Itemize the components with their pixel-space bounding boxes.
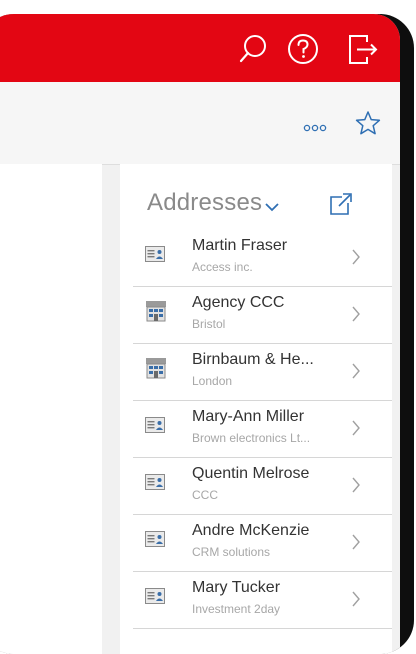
search-icon[interactable] xyxy=(238,32,272,66)
open-external-icon[interactable] xyxy=(328,191,354,217)
top-app-bar xyxy=(0,14,400,82)
address-name: Quentin Melrose xyxy=(192,465,310,482)
address-subtitle: Investment 2day xyxy=(192,602,281,616)
address-list-item[interactable]: Birnbaum & He... London xyxy=(133,344,392,401)
main-content-panel xyxy=(0,164,102,654)
addresses-panel: Addresses Martin Fraser Access inc. Agency… xyxy=(120,164,392,654)
chevron-right-icon[interactable] xyxy=(351,361,361,381)
company-building-icon xyxy=(145,298,167,322)
address-list-item[interactable]: Mary-Ann Miller Brown electronics Lt... xyxy=(133,401,392,458)
address-list-item[interactable]: Agency CCC Bristol xyxy=(133,287,392,344)
address-subtitle: Access inc. xyxy=(192,260,253,274)
address-subtitle: CRM solutions xyxy=(192,545,271,559)
address-list-item[interactable]: Martin Fraser Access inc. xyxy=(133,230,392,287)
favorite-star-icon[interactable] xyxy=(355,110,381,141)
address-list-item[interactable]: Mary Tucker Investment 2day xyxy=(133,572,392,629)
app-screen: Addresses Martin Fraser Access inc. Agency… xyxy=(0,14,400,654)
contact-card-icon xyxy=(145,417,165,433)
address-list-item[interactable]: Quentin Melrose CCC xyxy=(133,458,392,515)
help-icon[interactable] xyxy=(286,32,320,66)
address-subtitle: CCC xyxy=(192,488,218,502)
chevron-right-icon[interactable] xyxy=(351,418,361,438)
contact-card-icon xyxy=(145,588,165,604)
contact-card-icon xyxy=(145,531,165,547)
chevron-right-icon[interactable] xyxy=(351,589,361,609)
chevron-right-icon[interactable] xyxy=(351,532,361,552)
addresses-header: Addresses xyxy=(147,187,367,227)
address-list: Martin Fraser Access inc. Agency CCC Bristo… xyxy=(133,230,392,629)
toolbar xyxy=(0,82,400,165)
contact-card-icon xyxy=(145,474,165,490)
address-subtitle: London xyxy=(192,374,233,388)
address-name: Mary Tucker xyxy=(192,579,281,596)
address-name: Martin Fraser xyxy=(192,237,288,254)
address-subtitle: Brown electronics Lt... xyxy=(192,431,311,445)
company-building-icon xyxy=(145,355,167,379)
chevron-right-icon[interactable] xyxy=(351,247,361,267)
address-name: Mary-Ann Miller xyxy=(192,408,305,425)
address-subtitle: Bristol xyxy=(192,317,226,331)
chevron-right-icon[interactable] xyxy=(351,304,361,324)
chevron-down-icon[interactable] xyxy=(263,200,281,212)
chevron-right-icon[interactable] xyxy=(351,475,361,495)
more-icon[interactable] xyxy=(303,120,327,138)
address-name: Birnbaum & He... xyxy=(192,351,314,368)
contact-card-icon xyxy=(145,246,165,262)
addresses-title[interactable]: Addresses xyxy=(147,189,262,217)
tablet-device-frame: Addresses Martin Fraser Access inc. Agency… xyxy=(0,14,414,654)
logout-icon[interactable] xyxy=(345,32,379,66)
address-list-item[interactable]: Andre McKenzie CRM solutions xyxy=(133,515,392,572)
address-name: Andre McKenzie xyxy=(192,522,310,539)
address-name: Agency CCC xyxy=(192,294,285,311)
